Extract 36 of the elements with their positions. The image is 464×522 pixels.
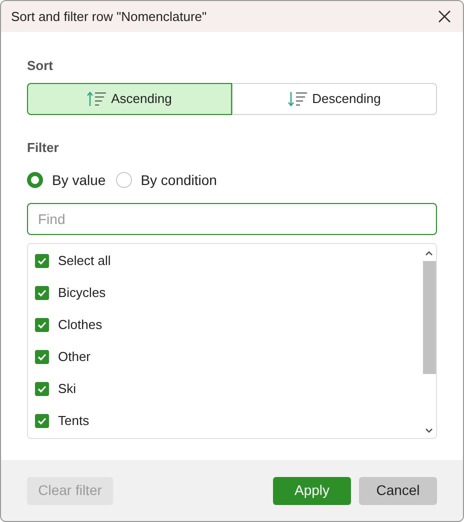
cancel-button[interactable]: Cancel (359, 476, 437, 504)
window-title: Sort and filter row "Nomenclature" (11, 8, 207, 26)
sort-option[interactable]: Descending (232, 83, 437, 115)
check-icon (37, 320, 47, 330)
check-icon (37, 256, 47, 266)
check-icon (37, 288, 47, 298)
sort-label: Sort (27, 58, 54, 74)
checkbox[interactable] (35, 254, 49, 268)
close-icon (438, 10, 450, 23)
scroll-down-icon[interactable] (425, 428, 433, 434)
checkbox[interactable] (35, 350, 49, 364)
apply-button[interactable]: Apply (273, 476, 351, 504)
checkbox[interactable] (35, 382, 49, 396)
checkbox[interactable] (35, 414, 49, 428)
list-item[interactable]: Ski (28, 373, 422, 405)
check-icon (37, 384, 47, 394)
filter-label: Filter (27, 140, 60, 156)
check-icon (37, 416, 47, 426)
list-item[interactable]: Other (28, 341, 422, 373)
checkbox[interactable] (35, 318, 49, 332)
radio-option[interactable]: By condition (116, 170, 217, 190)
sort-ascending-icon (87, 91, 108, 107)
radio-button[interactable] (116, 172, 132, 188)
checkbox[interactable] (35, 286, 49, 300)
list-item[interactable]: Select all (28, 245, 422, 277)
list-item[interactable]: Bicycles (28, 277, 422, 309)
list-item[interactable]: Clothes (28, 309, 422, 341)
sort-descending-icon (288, 91, 308, 107)
find-field[interactable]: Find (27, 203, 437, 235)
radio-button[interactable] (27, 172, 43, 188)
sort-option[interactable]: Ascending (27, 83, 232, 115)
check-icon (37, 352, 47, 362)
list-item[interactable]: Tents (28, 405, 422, 437)
radio-option[interactable]: By value (27, 170, 106, 190)
scroll-up-icon[interactable] (425, 250, 433, 256)
scroll-thumb[interactable] (422, 261, 436, 374)
